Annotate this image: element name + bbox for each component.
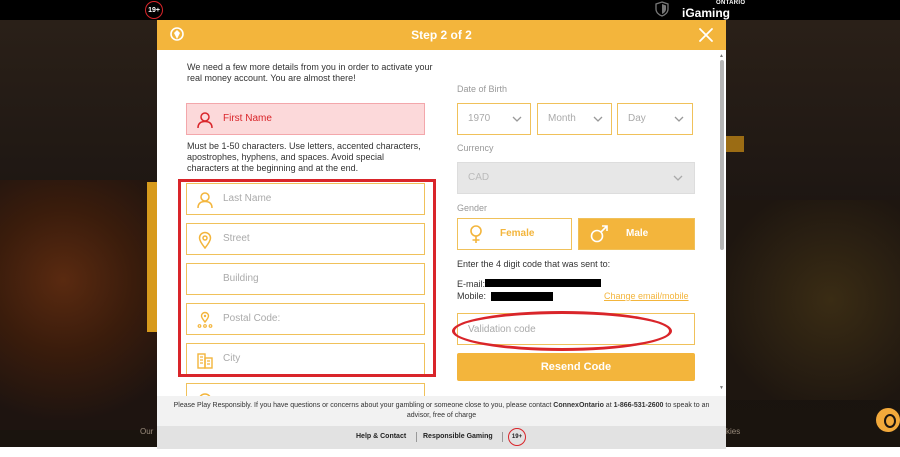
- first-name-hint: Must be 1-50 characters. Use letters, ac…: [187, 141, 421, 173]
- change-email-mobile-link[interactable]: Change email/mobile: [604, 291, 689, 301]
- city-buildings-icon: [197, 353, 213, 369]
- city-label: City: [223, 353, 241, 364]
- dob-month-value: Month: [548, 113, 576, 124]
- footer-separator: [502, 432, 503, 442]
- gender-male-button[interactable]: Male: [578, 218, 695, 250]
- modal-header: Step 2 of 2: [157, 20, 726, 50]
- gender-label: Gender: [457, 203, 488, 213]
- background-text-left: Our: [140, 427, 154, 436]
- scroll-down-arrow[interactable]: ▼: [719, 386, 724, 391]
- gender-female-label: Female: [500, 228, 535, 239]
- person-icon: [197, 112, 213, 129]
- modal-title: Step 2 of 2: [411, 28, 472, 42]
- registration-modal: Step 2 of 2 We need a few more details f…: [157, 20, 726, 449]
- mobile-label: Mobile:: [457, 291, 487, 301]
- male-symbol-icon: [590, 225, 608, 243]
- footer-nav: Help & Contact Responsible Gaming 19+: [157, 426, 726, 449]
- background-promo-right: [726, 200, 900, 400]
- scroll-up-arrow[interactable]: ▲: [719, 54, 724, 59]
- last-name-label: Last Name: [223, 193, 272, 204]
- street-field[interactable]: Street: [186, 223, 425, 255]
- dob-year-select[interactable]: 1970: [457, 103, 531, 135]
- resend-code-button[interactable]: Resend Code: [457, 353, 695, 381]
- dob-label: Date of Birth: [457, 84, 508, 94]
- code-sent-text: Enter the 4 digit code that was sent to:: [457, 259, 611, 269]
- location-pin-icon: [198, 231, 212, 249]
- chevron-down-icon: [674, 116, 684, 122]
- currency-label: Currency: [457, 143, 494, 153]
- chevron-down-icon: [512, 116, 522, 122]
- female-symbol-icon: [470, 225, 482, 243]
- footer-separator: [416, 432, 417, 442]
- last-name-field[interactable]: Last Name: [186, 183, 425, 215]
- close-icon[interactable]: [697, 26, 715, 44]
- background-promo-left: [0, 180, 158, 430]
- first-name-label: First Name: [223, 113, 272, 124]
- postal-pin-icon: [197, 311, 213, 328]
- site-top-bar: [0, 0, 900, 20]
- currency-value: CAD: [468, 172, 490, 183]
- notice-prefix: Please Play Responsibly. If you have que…: [173, 402, 552, 409]
- city-field[interactable]: City: [186, 343, 425, 375]
- dob-day-select[interactable]: Day: [617, 103, 693, 135]
- background-text-right: kies: [726, 427, 741, 436]
- help-contact-link[interactable]: Help & Contact: [356, 433, 406, 440]
- first-name-field[interactable]: First Name: [186, 103, 425, 135]
- redacted-mobile: [491, 292, 553, 301]
- helpline-phone: 1-866-531-2600: [613, 402, 664, 409]
- chat-button[interactable]: [876, 408, 900, 432]
- background-promo-strip: [147, 182, 157, 332]
- postal-code-label: Postal Code:: [223, 313, 281, 324]
- redacted-email: [485, 279, 601, 287]
- notice-mid: at: [605, 402, 612, 409]
- dob-month-select[interactable]: Month: [537, 103, 612, 135]
- footer-age-badge: 19+: [508, 428, 526, 446]
- gender-male-label: Male: [626, 228, 649, 239]
- email-label: E-mail:: [457, 279, 486, 289]
- street-label: Street: [223, 233, 250, 244]
- person-icon: [197, 192, 213, 209]
- validation-code-input[interactable]: [457, 313, 695, 345]
- chevron-down-icon: [673, 175, 683, 181]
- dob-year-value: 1970: [468, 113, 491, 124]
- connex-ontario-name: ConnexOntario: [553, 402, 604, 409]
- responsible-gaming-link[interactable]: Responsible Gaming: [423, 433, 493, 440]
- building-label: Building: [223, 273, 259, 284]
- age-restriction-badge: 19+: [145, 1, 163, 19]
- responsible-play-notice: Please Play Responsibly. If you have que…: [157, 396, 726, 426]
- gender-female-button[interactable]: Female: [457, 218, 572, 250]
- dob-day-value: Day: [628, 113, 646, 124]
- background-promo-strip-right: [726, 136, 744, 152]
- postal-code-field[interactable]: Postal Code:: [186, 303, 425, 335]
- intro-text: We need a few more details from you in o…: [187, 62, 433, 83]
- chevron-down-icon: [593, 116, 603, 122]
- building-field[interactable]: Building: [186, 263, 425, 295]
- shield-icon: [655, 1, 669, 17]
- scrollbar-thumb[interactable]: [720, 60, 724, 250]
- currency-select[interactable]: CAD: [457, 162, 695, 194]
